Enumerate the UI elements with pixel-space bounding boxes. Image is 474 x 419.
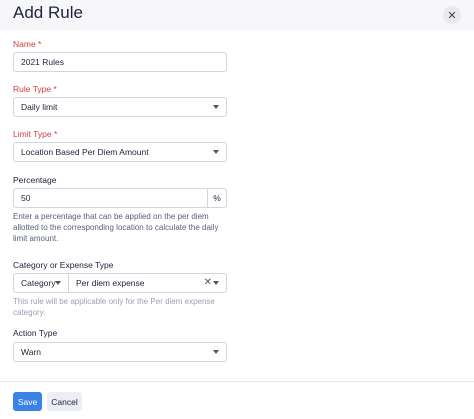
category-select[interactable]: Per diem expense ✕	[68, 273, 227, 293]
chevron-down-icon	[213, 105, 219, 109]
rule-type-value: Daily limit	[21, 102, 58, 112]
action-type-select[interactable]: Warn	[13, 342, 227, 362]
category-help-text: This rule will be applicable only for th…	[13, 297, 215, 317]
rule-type-label: Rule Type *	[13, 84, 57, 94]
limit-type-value: Location Based Per Diem Amount	[21, 147, 149, 157]
name-input-value: 2021 Rules	[21, 57, 65, 67]
percentage-input[interactable]: 50 %	[13, 188, 227, 208]
name-input[interactable]: 2021 Rules	[13, 52, 227, 72]
percentage-label: Percentage	[13, 175, 57, 185]
limit-type-select[interactable]: Location Based Per Diem Amount	[13, 142, 227, 162]
cancel-button[interactable]: Cancel	[47, 392, 82, 411]
percent-suffix: %	[207, 189, 226, 207]
dialog-title: Add Rule	[13, 3, 83, 22]
save-button[interactable]: Save	[13, 392, 42, 411]
category-type-select[interactable]: Category	[13, 273, 69, 293]
percentage-value: 50	[21, 193, 31, 203]
action-type-label: Action Type	[13, 328, 58, 338]
category-type-value: Category	[21, 278, 56, 288]
category-label: Category or Expense Type	[13, 260, 114, 270]
percentage-help-text: Enter a percentage that can be applied o…	[13, 212, 219, 243]
dialog-header: Add Rule ✕	[0, 0, 474, 30]
clear-icon[interactable]: ✕	[204, 277, 212, 288]
action-type-value: Warn	[21, 347, 41, 357]
close-button[interactable]: ✕	[443, 6, 461, 24]
chevron-down-icon	[55, 281, 61, 285]
close-icon: ✕	[447, 9, 457, 22]
chevron-down-icon	[213, 350, 219, 354]
name-label: Name *	[13, 39, 42, 49]
category-value: Per diem expense	[76, 278, 145, 288]
limit-type-label: Limit Type *	[13, 129, 58, 139]
chevron-down-icon	[213, 150, 219, 154]
rule-type-select[interactable]: Daily limit	[13, 97, 227, 117]
footer-divider	[0, 381, 474, 382]
chevron-down-icon	[213, 281, 219, 285]
